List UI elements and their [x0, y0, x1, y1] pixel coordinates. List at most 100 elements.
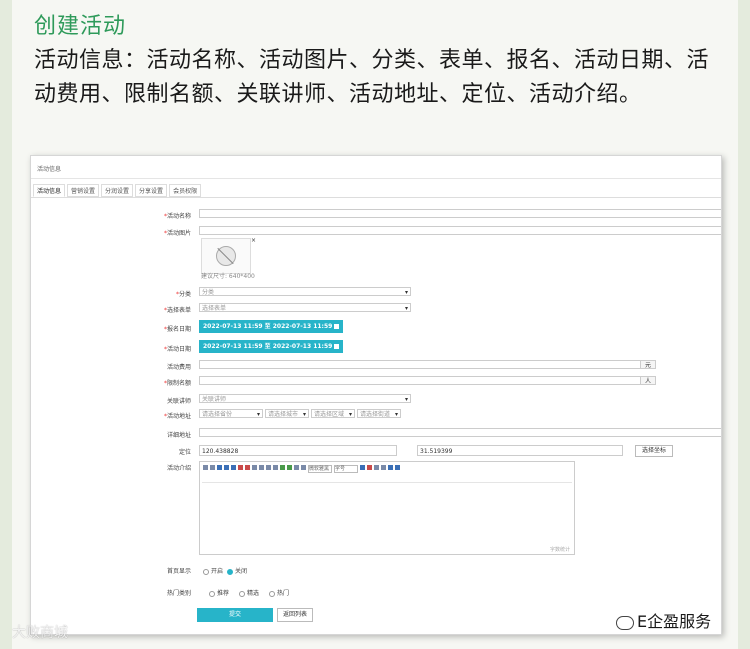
image-upload-box[interactable]: [201, 238, 251, 274]
form-tabs: 活动信息 营销设置 分润设置 分享设置 会员权限: [33, 184, 203, 197]
editor-toolbar: 微软雅黑 字号: [202, 464, 572, 483]
align-center-icon[interactable]: [259, 465, 264, 470]
article-title: 创建活动: [34, 14, 127, 39]
image-size-hint: 建议尺寸: 640*400: [201, 273, 255, 280]
form-select[interactable]: 选择表单: [199, 303, 411, 313]
no-image-icon: [216, 246, 236, 266]
list-icon[interactable]: [273, 465, 278, 470]
undo-icon[interactable]: [203, 465, 208, 470]
category-select[interactable]: 分类: [199, 287, 411, 297]
checkbox-icon: [269, 590, 275, 597]
quota-input[interactable]: [199, 376, 641, 385]
preview-icon[interactable]: [395, 465, 400, 470]
underline-icon[interactable]: [231, 465, 236, 470]
row-signup-date: *报名日期 2022-07-13 11:59 至 2022-07-13 11:5…: [31, 320, 721, 333]
font-size-select[interactable]: 字号: [334, 465, 358, 473]
row-home-display: 首页显示 开启 关闭: [31, 564, 721, 576]
radio-icon: [203, 568, 209, 575]
article-description: 活动信息：活动名称、活动图片、分类、表单、报名、活动日期、活动费用、限制名额、关…: [34, 48, 710, 107]
tab-commission[interactable]: 分润设置: [101, 184, 134, 197]
name-input[interactable]: [199, 209, 721, 218]
select-coordinate-button[interactable]: 选择坐标: [635, 445, 673, 457]
back-to-list-button[interactable]: 返回列表: [277, 608, 313, 622]
location-label: 定位: [178, 449, 191, 456]
checkbox-icon: [239, 590, 245, 597]
home-display-label: 首页显示: [166, 568, 191, 575]
word-count: 字数统计: [549, 547, 570, 553]
city-select[interactable]: 请选择城市: [265, 409, 309, 419]
street-select[interactable]: 请选择街道: [357, 409, 401, 419]
quota-unit: 人: [640, 376, 656, 385]
table-icon[interactable]: [294, 465, 299, 470]
radio-checked-icon: [227, 568, 233, 575]
home-display-on[interactable]: 开启: [203, 566, 223, 575]
row-name: *活动名称: [31, 209, 721, 221]
code-icon[interactable]: [374, 465, 379, 470]
image-path-input[interactable]: [199, 226, 721, 235]
name-label: *活动名称: [163, 213, 191, 220]
hot-category-label: 热门类别: [166, 590, 191, 597]
source-icon[interactable]: [388, 465, 393, 470]
image-remove-icon[interactable]: ×: [251, 237, 256, 244]
emoji-icon[interactable]: [301, 465, 306, 470]
align-left-icon[interactable]: [252, 465, 257, 470]
link-icon[interactable]: [280, 465, 285, 470]
district-select[interactable]: 请选择区域: [311, 409, 355, 419]
row-quota: *限制名额 人: [31, 376, 721, 388]
activity-form-screenshot: 活动信息 活动信息 营销设置 分润设置 分享设置 会员权限 *活动名称 *活动图片 × …: [30, 155, 722, 635]
row-fee: 活动费用 元: [31, 360, 721, 372]
watermark-left: 大败商城: [12, 625, 68, 641]
watermark-right: E企盈服务: [616, 608, 711, 632]
lecturer-select[interactable]: 关联讲师: [199, 394, 411, 404]
activity-date-picker[interactable]: 2022-07-13 11:59 至 2022-07-13 11:59: [199, 340, 344, 353]
checkbox-icon: [209, 590, 215, 597]
fullscreen-icon[interactable]: [381, 465, 386, 470]
hot-recommend[interactable]: 推荐: [209, 588, 229, 597]
font-color-icon[interactable]: [238, 465, 243, 470]
row-form-select: *选择表单 选择表单: [31, 303, 721, 315]
row-address: *活动地址 请选择省份 请选择城市 请选择区域 请选择街道: [31, 409, 721, 421]
signup-date-label: *报名日期: [163, 326, 191, 333]
bold-icon[interactable]: [217, 465, 222, 470]
tab-member-rights[interactable]: 会员权限: [169, 184, 202, 197]
longitude-input[interactable]: 120.438828: [199, 445, 397, 456]
redo-icon[interactable]: [210, 465, 215, 470]
row-category: *分类 分类: [31, 287, 721, 299]
tab-activity-info[interactable]: 活动信息: [33, 184, 66, 197]
align-right-icon[interactable]: [266, 465, 271, 470]
image-icon[interactable]: [287, 465, 292, 470]
font-family-select[interactable]: 微软雅黑: [308, 465, 332, 473]
intro-label: 活动介绍: [166, 465, 191, 472]
tab-share[interactable]: 分享设置: [135, 184, 168, 197]
home-display-off[interactable]: 关闭: [227, 566, 247, 575]
province-select[interactable]: 请选择省份: [199, 409, 263, 419]
quota-label: *限制名额: [163, 380, 191, 387]
video-icon[interactable]: [360, 465, 365, 470]
lecturer-label: 关联讲师: [166, 398, 191, 405]
image-label: *活动图片: [163, 230, 191, 237]
form-select-label: *选择表单: [163, 307, 191, 314]
activity-date-label: *活动日期: [163, 346, 191, 353]
row-image: *活动图片: [31, 226, 721, 238]
latitude-input[interactable]: 31.519399: [417, 445, 623, 456]
address-detail-label: 详细地址: [166, 432, 191, 439]
wechat-icon: [616, 615, 634, 630]
intro-rich-editor[interactable]: 微软雅黑 字号 字数统计: [199, 461, 575, 555]
calendar-icon: [334, 324, 340, 329]
tab-divider: [31, 197, 721, 198]
map-icon[interactable]: [367, 465, 372, 470]
hot-featured[interactable]: 精选: [239, 588, 259, 597]
form-header-title: 活动信息: [37, 166, 62, 173]
row-location: 定位 120.438828 31.519399: [31, 445, 721, 457]
address-detail-input[interactable]: [199, 428, 721, 437]
submit-button[interactable]: 提交: [197, 608, 273, 622]
row-activity-date: *活动日期 2022-07-13 11:59 至 2022-07-13 11:5…: [31, 340, 721, 353]
tab-marketing[interactable]: 营销设置: [67, 184, 100, 197]
address-label: *活动地址: [163, 413, 191, 420]
italic-icon[interactable]: [224, 465, 229, 470]
highlight-icon[interactable]: [245, 465, 250, 470]
category-label: *分类: [175, 291, 191, 298]
hot-popular[interactable]: 热门: [269, 588, 289, 597]
signup-date-picker[interactable]: 2022-07-13 11:59 至 2022-07-13 11:59: [199, 320, 344, 333]
fee-input[interactable]: [199, 360, 641, 369]
